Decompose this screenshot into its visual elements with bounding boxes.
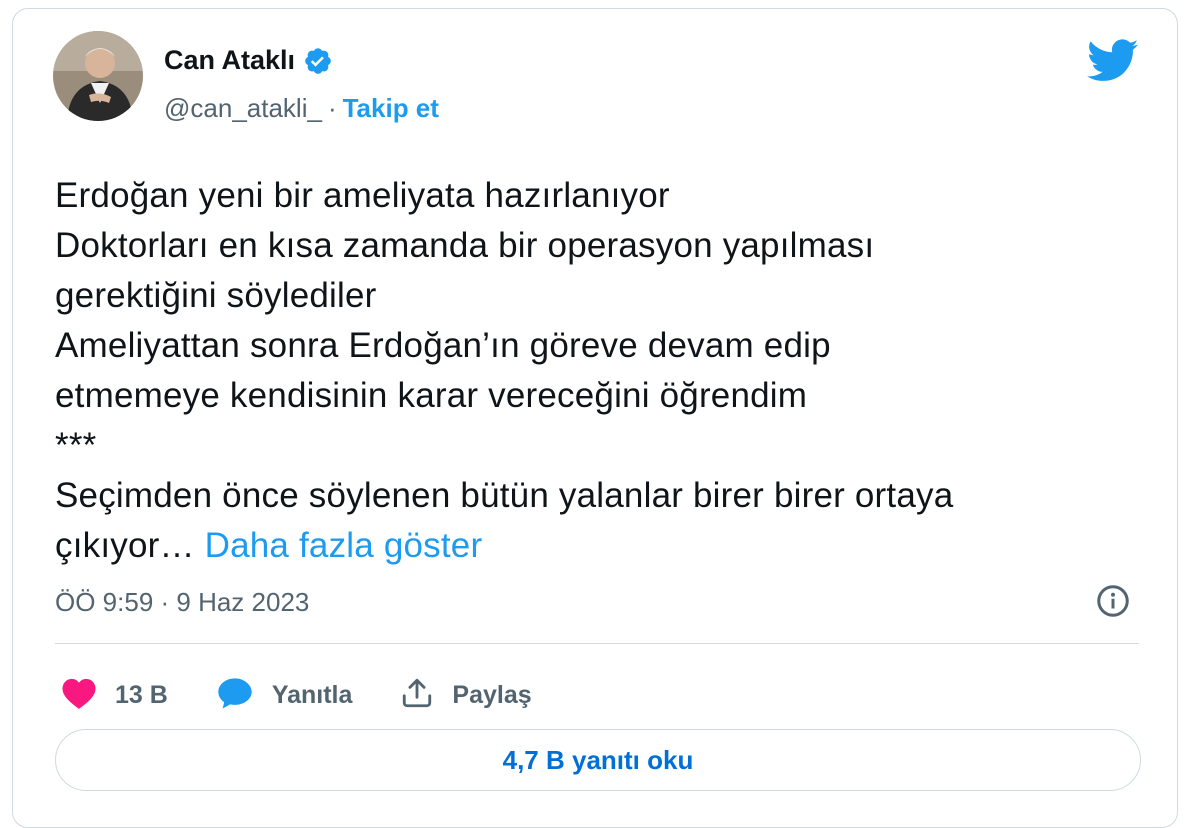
reply-label: Yanıtla <box>271 680 353 709</box>
tweet-text: Erdoğan yeni bir ameliyata hazırlanıyor … <box>55 171 1135 571</box>
avatar-photo <box>53 31 143 121</box>
tweet-card: Can Ataklı @can_atakli_ · Takip et Erdoğ… <box>12 8 1178 828</box>
divider <box>55 643 1139 644</box>
like-button[interactable]: 13 B <box>61 676 168 715</box>
speech-bubble-icon <box>216 676 254 715</box>
share-label: Paylaş <box>452 680 532 709</box>
follow-button[interactable]: Takip et <box>343 93 439 124</box>
read-replies-button[interactable]: 4,7 B yanıtı oku <box>55 729 1141 791</box>
like-count: 13 B <box>115 680 168 709</box>
tweet-timestamp[interactable]: ÖÖ 9:59 · 9 Haz 2023 <box>55 587 309 618</box>
author-handle[interactable]: @can_atakli_ <box>164 93 322 124</box>
tweet-line-truncated: çıkıyor… <box>55 526 205 565</box>
heart-icon <box>61 676 97 715</box>
tweet-line: etmemeye kendisinin karar vereceğini öğr… <box>55 376 808 415</box>
author-display-name[interactable]: Can Ataklı <box>164 45 295 76</box>
separator-dot: · <box>327 93 337 123</box>
tweet-line: Doktorları en kısa zamanda bir operasyon… <box>55 226 875 265</box>
tweet-line: *** <box>55 426 97 465</box>
show-more-link[interactable]: Daha fazla göster <box>205 526 483 565</box>
avatar[interactable] <box>53 31 143 121</box>
tweet-actions: 13 B Yanıtla Paylaş <box>61 673 580 717</box>
verified-badge-icon <box>303 46 333 76</box>
share-button[interactable]: Paylaş <box>400 676 532 715</box>
twitter-bird-icon[interactable] <box>1087 39 1139 83</box>
info-icon[interactable] <box>1095 583 1131 619</box>
share-icon <box>400 676 434 715</box>
tweet-line: Ameliyattan sonra Erdoğan’ın göreve deva… <box>55 326 831 365</box>
tweet-last-line: çıkıyor… Daha fazla göster <box>55 521 1135 571</box>
author-handle-row: @can_atakli_ · Takip et <box>164 93 439 124</box>
author-name-row: Can Ataklı <box>164 45 333 76</box>
reply-button[interactable]: Yanıtla <box>216 676 353 715</box>
tweet-line: Seçimden önce söylenen bütün yalanlar bi… <box>55 476 954 515</box>
tweet-line: gerektiğini söylediler <box>55 276 377 315</box>
tweet-line: Erdoğan yeni bir ameliyata hazırlanıyor <box>55 176 670 215</box>
